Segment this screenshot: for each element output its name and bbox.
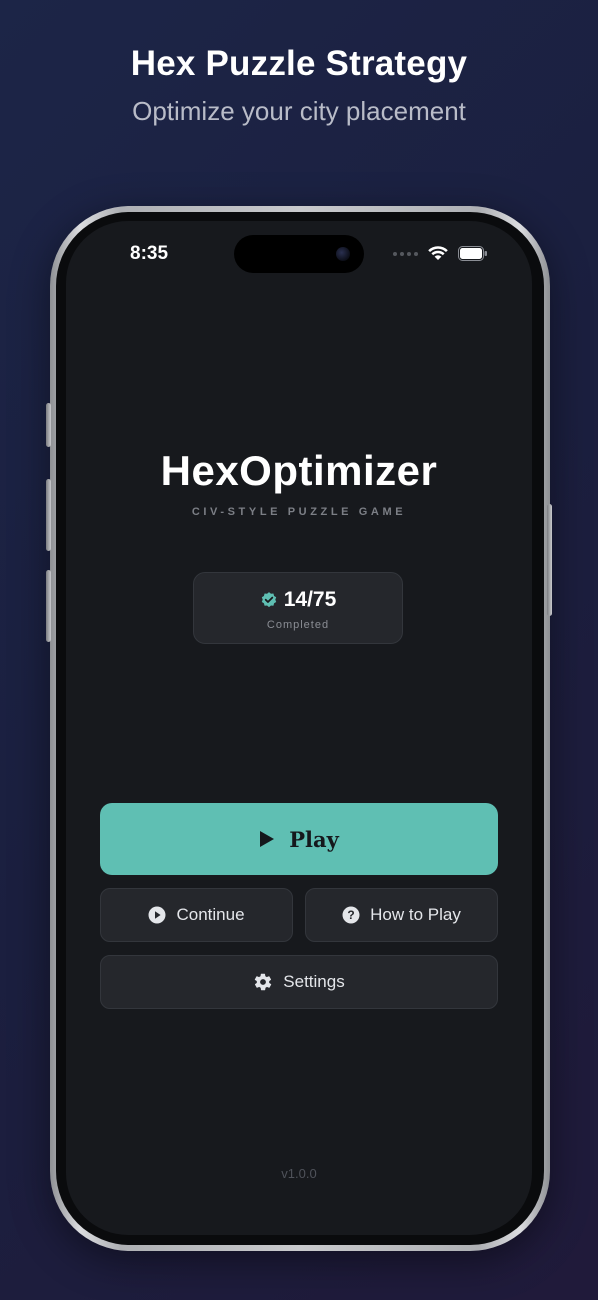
phone-volume-down-button bbox=[46, 570, 51, 642]
status-icons bbox=[393, 246, 488, 261]
continue-button-label: Continue bbox=[176, 905, 245, 924]
play-circle-icon bbox=[148, 906, 166, 924]
signal-dots-icon bbox=[393, 251, 418, 256]
gear-icon bbox=[255, 973, 272, 991]
progress-card: 14/75 Completed bbox=[193, 572, 403, 644]
promo-subtitle: Optimize your city placement bbox=[132, 96, 466, 126]
promo-title: Hex Puzzle Strategy bbox=[130, 44, 468, 83]
how-to-play-button-label: How to Play bbox=[370, 905, 461, 924]
front-camera-icon bbox=[336, 247, 350, 261]
wifi-icon bbox=[428, 246, 448, 260]
app-version: v1.0.0 bbox=[281, 1166, 317, 1181]
app-tagline: CIV-STYLE PUZZLE GAME bbox=[191, 506, 407, 518]
phone-volume-up-button bbox=[46, 479, 51, 551]
svg-text:?: ? bbox=[347, 908, 354, 922]
play-icon bbox=[260, 831, 275, 847]
app-screen: 8:35 HexOptimizer CIV-STYLE PUZZLE GAME … bbox=[66, 221, 532, 1235]
dynamic-island bbox=[234, 235, 364, 273]
battery-icon bbox=[458, 246, 487, 261]
progress-label: Completed bbox=[266, 619, 330, 631]
question-circle-icon: ? bbox=[342, 906, 360, 924]
verified-check-icon bbox=[261, 592, 276, 608]
progress-count: 14/75 bbox=[283, 588, 337, 611]
status-time: 8:35 bbox=[130, 243, 169, 264]
progress-row: 14/75 bbox=[194, 588, 402, 612]
how-to-play-button[interactable]: ? How to Play bbox=[305, 888, 498, 942]
phone-action-button bbox=[46, 403, 51, 447]
settings-button-label: Settings bbox=[283, 972, 345, 991]
app-name: HexOptimizer bbox=[160, 447, 438, 494]
play-button[interactable]: Play bbox=[100, 803, 498, 875]
settings-button[interactable]: Settings bbox=[100, 955, 498, 1009]
phone-power-button bbox=[547, 504, 552, 616]
play-button-label: Play bbox=[289, 826, 339, 852]
continue-button[interactable]: Continue bbox=[100, 888, 293, 942]
